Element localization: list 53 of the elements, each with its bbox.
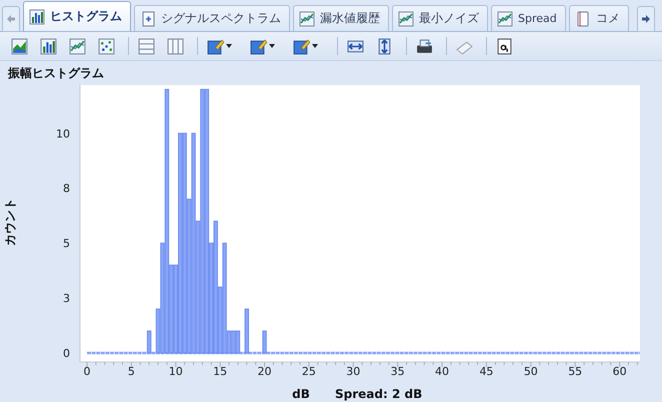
document-icon: [140, 10, 156, 26]
fit-width-icon: [347, 38, 364, 54]
axis-tick-label: 45: [479, 365, 494, 378]
bar-chart-icon: [29, 8, 45, 24]
caret-icon: [269, 44, 275, 48]
printer-icon: [416, 38, 433, 54]
axis-tick-label: 10: [56, 127, 70, 140]
tab[interactable]: コメ: [568, 5, 629, 31]
tab[interactable]: シグナルスペクトラム: [134, 5, 290, 31]
scatter-chart-icon: [98, 38, 115, 54]
caret-icon: [226, 44, 232, 48]
tab[interactable]: 最小ノイズ: [392, 5, 488, 31]
tab[interactable]: ヒストグラム: [23, 1, 131, 31]
axis-tick-label: 0: [84, 365, 90, 378]
paint-icon: [207, 38, 224, 54]
line-chart-icon: [299, 10, 315, 26]
paint-icon: [250, 38, 267, 54]
axis-tick-label: 10: [168, 365, 183, 378]
axis-title: カウント: [3, 198, 17, 246]
chart-icon: [11, 38, 28, 54]
axis-tick-label: 5: [63, 237, 70, 250]
axis-tick-label: 25: [302, 365, 316, 378]
paint-icon: [293, 38, 310, 54]
axis-tick-label: 60: [612, 365, 627, 378]
axis-title: dB: [292, 387, 310, 401]
axis-tick-label: 50: [524, 365, 538, 378]
axis-tick-label: 55: [568, 365, 582, 378]
left-arrow-icon: [6, 14, 16, 24]
right-arrow-icon: [641, 14, 651, 24]
rows-icon: [138, 38, 155, 54]
fit-height-icon: [376, 38, 393, 54]
axis-tick-label: 40: [435, 365, 450, 378]
axis-tick-label: 30: [346, 365, 360, 378]
spread-note: Spread: 2 dB: [335, 387, 422, 401]
text-icon: [496, 38, 513, 54]
scroll-right-button[interactable]: [637, 6, 655, 32]
columns-icon: [167, 38, 184, 54]
line-chart-icon: [497, 10, 513, 26]
tab[interactable]: 漏水値履歴: [293, 5, 389, 31]
tab[interactable]: Spread: [491, 5, 566, 31]
panel-title: 振幅ヒストグラム: [6, 65, 105, 82]
axis-tick-label: 3: [63, 292, 70, 306]
bar-chart-icon: [40, 38, 57, 54]
axis-tick-label: 8: [63, 182, 70, 196]
axis-tick-label: 0: [63, 347, 70, 360]
line-chart-icon: [69, 38, 86, 54]
axis-tick-label: 5: [128, 365, 135, 378]
notebook-icon: [574, 10, 591, 26]
axis-tick-label: 20: [258, 365, 272, 378]
axis-tick-label: 35: [390, 365, 405, 378]
axis-tick-label: 15: [213, 365, 228, 378]
caret-icon: [312, 44, 318, 48]
line-chart-icon: [398, 10, 414, 26]
